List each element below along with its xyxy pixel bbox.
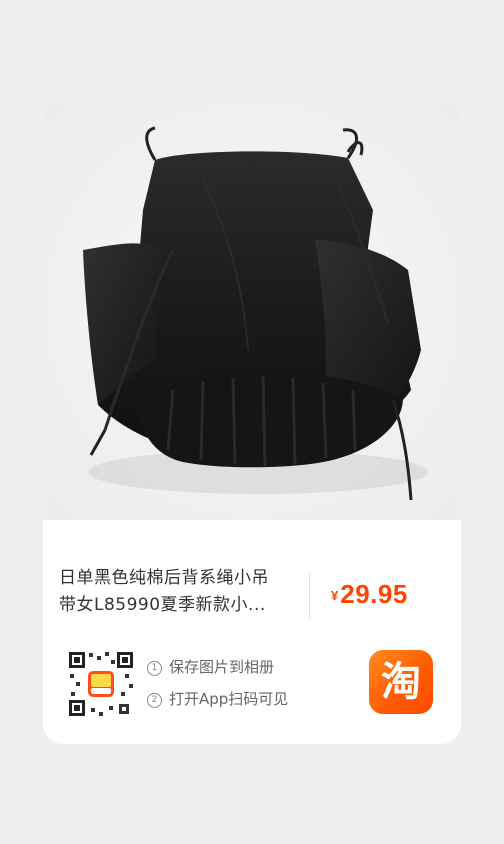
share-steps: 1 保存图片到相册 2 打开App扫码可见 <box>147 654 337 718</box>
product-title[interactable]: 日单黑色纯棉后背系绳小吊 带女L85990夏季新款小... <box>59 565 289 619</box>
step-number-1: 1 <box>147 661 162 676</box>
currency-symbol: ¥ <box>331 588 339 603</box>
product-price: ¥29.95 <box>331 579 408 610</box>
product-image[interactable] <box>43 100 461 520</box>
step-save-image: 1 保存图片到相册 <box>147 654 337 686</box>
product-title-line1: 日单黑色纯棉后背系绳小吊 <box>59 568 269 588</box>
share-poster-page: 日单黑色纯棉后背系绳小吊 带女L85990夏季新款小... ¥29.95 1 保… <box>0 0 504 844</box>
step-open-app: 2 打开App扫码可见 <box>147 686 337 718</box>
product-info: 日单黑色纯棉后背系绳小吊 带女L85990夏季新款小... ¥29.95 <box>59 565 445 625</box>
qr-code-icon[interactable] <box>67 650 135 718</box>
product-title-line2: 带女L85990夏季新款小... <box>59 595 266 615</box>
qr-code-graphic <box>67 650 135 718</box>
product-share-card: 日单黑色纯棉后背系绳小吊 带女L85990夏季新款小... ¥29.95 1 保… <box>43 100 461 744</box>
step-number-2: 2 <box>147 693 162 708</box>
share-instructions: 1 保存图片到相册 2 打开App扫码可见 淘 <box>67 648 437 720</box>
black-camisole-photo-icon <box>43 100 461 520</box>
taobao-app-icon[interactable]: 淘 <box>369 650 433 714</box>
step-text-2: 打开App扫码可见 <box>169 690 289 708</box>
step-text-1: 保存图片到相册 <box>169 658 275 676</box>
divider <box>309 573 310 619</box>
price-value: 29.95 <box>340 579 408 609</box>
